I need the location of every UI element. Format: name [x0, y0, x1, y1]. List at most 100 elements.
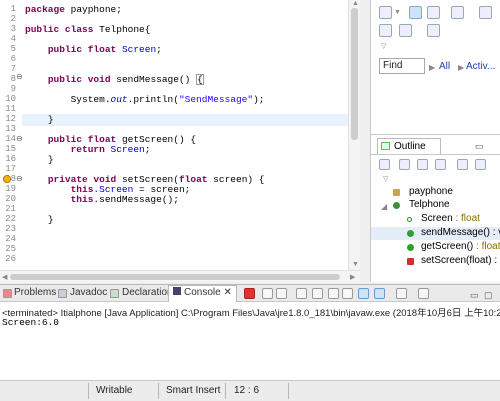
- display-console-icon[interactable]: [396, 288, 407, 299]
- code-editor[interactable]: 1234567891011121314151617181920212223242…: [0, 0, 360, 282]
- outline-item-field-screen[interactable]: Screen : float: [421, 213, 480, 224]
- line-number: 24: [5, 234, 16, 244]
- outline-icon: [381, 142, 390, 150]
- scroll-up-arrow-icon[interactable]: ▲: [352, 0, 359, 7]
- line-number: 22: [5, 214, 16, 224]
- minimize-console-icon[interactable]: ▭: [470, 290, 479, 301]
- sync-icon[interactable]: [427, 24, 440, 37]
- editor-vertical-scrollbar[interactable]: ▲ ▼: [348, 0, 360, 270]
- find-arrow-icon[interactable]: ▶: [429, 63, 435, 72]
- hide-fields-icon[interactable]: [417, 159, 428, 170]
- clear-console-icon[interactable]: [296, 288, 307, 299]
- tab-problems[interactable]: Problems: [14, 287, 56, 298]
- status-cursor-position: 12 : 6: [234, 385, 260, 396]
- code-line-12: }: [47, 114, 54, 125]
- activate-link[interactable]: Activ...: [466, 61, 495, 72]
- console-icon: [173, 287, 181, 295]
- line-number: 11: [5, 104, 16, 114]
- status-separator: [88, 383, 89, 399]
- hide-nonpublic-icon[interactable]: [457, 159, 468, 170]
- problems-icon: [3, 289, 12, 298]
- pin-console-icon[interactable]: [374, 288, 385, 299]
- status-separator: [288, 383, 289, 399]
- class-icon: [393, 202, 400, 209]
- warning-marker-icon[interactable]: [3, 175, 11, 183]
- current-line-highlight: [22, 114, 348, 126]
- fold-toggle-setscreen[interactable]: ⊖: [16, 174, 23, 183]
- console-output[interactable]: Screen:6.0: [2, 317, 59, 328]
- filter-icon[interactable]: [427, 6, 440, 19]
- collapse-all-icon[interactable]: [379, 159, 390, 170]
- remove-launch-icon[interactable]: [262, 288, 273, 299]
- code-line-20: this.sendMessage();: [70, 194, 179, 205]
- find-input[interactable]: Find: [379, 58, 425, 74]
- scroll-left-arrow-icon[interactable]: ◀: [2, 273, 7, 281]
- show-stdout-icon[interactable]: [342, 288, 353, 299]
- scroll-right-arrow-icon[interactable]: ▶: [350, 273, 355, 281]
- line-number: 17: [5, 164, 16, 174]
- tab-console[interactable]: Console ✕: [168, 285, 237, 302]
- expand-class-icon[interactable]: ◢: [381, 202, 387, 211]
- maximize-console-icon[interactable]: ▢: [484, 290, 493, 301]
- minimize-view-icon[interactable]: ▭: [475, 141, 484, 152]
- outline-item-getscreen[interactable]: getScreen() : float: [421, 241, 500, 252]
- outline-item-sendmessage[interactable]: sendMessage() : vo: [421, 227, 500, 238]
- tab-declaration[interactable]: Declaration: [122, 287, 173, 298]
- outline-item-setscreen[interactable]: setScreen(float) : vo: [421, 255, 500, 266]
- status-bar: Writable Smart Insert 12 : 6: [0, 380, 500, 401]
- line-number: 12: [5, 114, 16, 124]
- scroll-down-arrow-icon[interactable]: ▼: [352, 261, 359, 268]
- outline-item-package[interactable]: payphone: [409, 186, 453, 197]
- line-number: 15: [5, 144, 16, 154]
- javadoc-icon: [58, 289, 67, 298]
- terminate-icon[interactable]: [244, 288, 255, 299]
- editor-vertical-scroll-thumb[interactable]: [351, 8, 358, 140]
- fold-toggle-sendmessage[interactable]: ⊖: [16, 72, 23, 81]
- hide-static-icon[interactable]: [435, 159, 446, 170]
- dropdown-arrow-icon[interactable]: ▼: [394, 9, 401, 16]
- tab-outline[interactable]: Outline: [377, 138, 441, 154]
- outline-menu-icon[interactable]: ▽: [383, 175, 388, 183]
- line-number: 20: [5, 194, 16, 204]
- view-menu-icon[interactable]: ▽: [381, 42, 386, 50]
- line-number: 26: [5, 254, 16, 264]
- scroll-lock-icon[interactable]: [312, 288, 323, 299]
- declaration-icon: [110, 289, 119, 298]
- people-icon[interactable]: [451, 6, 464, 19]
- code-line-22: }: [47, 214, 54, 225]
- outline-item-class[interactable]: Telphone: [409, 199, 450, 210]
- status-insert-mode: Smart Insert: [166, 385, 221, 396]
- line-number: 8: [10, 74, 16, 84]
- line-number: 5: [10, 44, 16, 54]
- fold-toggle-getscreen[interactable]: ⊖: [16, 134, 23, 143]
- word-wrap-icon[interactable]: [328, 288, 339, 299]
- line-number: 23: [5, 224, 16, 234]
- remove-all-icon[interactable]: [276, 288, 287, 299]
- show-stderr-icon[interactable]: [358, 288, 369, 299]
- categorize-icon[interactable]: [379, 24, 392, 37]
- editor-horizontal-scroll-thumb[interactable]: [10, 274, 340, 280]
- sort-icon[interactable]: [399, 24, 412, 37]
- line-number: 25: [5, 244, 16, 254]
- sort-alpha-icon[interactable]: [399, 159, 410, 170]
- minimize-icon[interactable]: [479, 6, 492, 19]
- new-task-icon[interactable]: [379, 6, 392, 19]
- focus-icon[interactable]: [475, 159, 486, 170]
- tab-console-label: Console: [184, 287, 221, 298]
- line-number: 2: [10, 14, 16, 24]
- activate-arrow-icon[interactable]: ▶: [458, 63, 464, 72]
- code-line-3: public class Telphone{: [25, 24, 151, 35]
- code-line-1: package payphone;: [25, 4, 122, 15]
- open-console-icon[interactable]: [418, 288, 429, 299]
- tab-javadoc[interactable]: Javadoc: [70, 287, 107, 298]
- editor-horizontal-scrollbar[interactable]: ◀ ▶: [0, 270, 360, 282]
- eclipse-window: 1234567891011121314151617181920212223242…: [0, 0, 500, 401]
- code-line-16: }: [47, 154, 54, 165]
- line-number: 19: [5, 184, 16, 194]
- line-number: 13: [5, 124, 16, 134]
- public-method-icon: [407, 230, 414, 237]
- right-side-panel: ▼ ▽ Find ▶ All ▶ Activ... Outline ▭ ▽ pa…: [370, 0, 500, 282]
- task-list-view-icon[interactable]: [409, 6, 422, 19]
- filter-all-link[interactable]: All: [439, 61, 450, 72]
- package-icon: [393, 189, 400, 196]
